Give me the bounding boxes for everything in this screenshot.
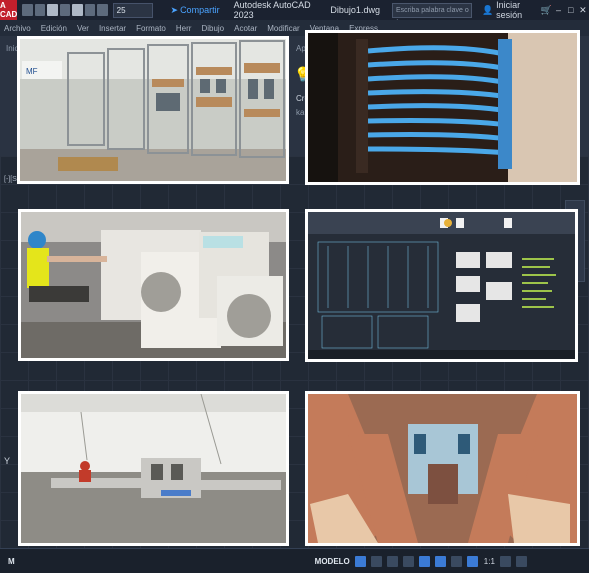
menu-item-formato[interactable]: Formato	[136, 24, 166, 33]
polar-toggle-icon[interactable]	[402, 555, 414, 567]
share-icon: ➤	[170, 4, 179, 15]
menu-item-acotar[interactable]: Acotar	[234, 24, 257, 33]
search-input[interactable]: Escriba palabra clave o frase	[391, 2, 472, 27]
redo-icon[interactable]	[97, 4, 108, 16]
annotation-scale[interactable]: 1:1	[484, 557, 495, 566]
user-icon: 👤	[481, 4, 494, 15]
close-icon[interactable]: ✕	[577, 5, 589, 16]
menu-item-herr[interactable]: Herr	[176, 24, 192, 33]
document-title: Dibujo1.dwg	[330, 5, 380, 15]
menu-item-dibujo[interactable]: Dibujo	[201, 24, 224, 33]
photo-busbar-closeup	[305, 391, 580, 546]
model-tab[interactable]: MODELO	[315, 557, 350, 566]
grid-toggle-icon[interactable]	[354, 555, 366, 567]
cabling-image	[308, 33, 577, 182]
osnap-toggle-icon[interactable]	[418, 555, 430, 567]
print-icon[interactable]	[72, 4, 83, 16]
workspace-gear-icon[interactable]	[499, 555, 511, 567]
share-label: Compartir	[180, 5, 220, 15]
technician-image	[21, 212, 286, 358]
menu-item-modificar[interactable]: Modificar	[267, 24, 299, 33]
save-icon[interactable]	[47, 4, 58, 16]
share-button[interactable]: ➤ Compartir	[171, 5, 220, 16]
menu-item-ver[interactable]: Ver	[77, 24, 89, 33]
ribbon-label-2: ka	[296, 108, 305, 117]
selection-cycling-icon[interactable]	[466, 555, 478, 567]
photo-industrial-workshop	[18, 391, 289, 546]
annotation-icon[interactable]	[450, 555, 462, 567]
photo-blue-cable-wiring	[305, 30, 580, 185]
signin-label: Iniciar sesión	[496, 0, 523, 20]
autocad-logo-icon[interactable]: A CAD	[0, 0, 18, 20]
menu-item-edicion[interactable]: Edición	[41, 24, 67, 33]
cabinets-image: MF	[20, 39, 286, 181]
busbars-image	[308, 394, 577, 543]
ucs-y-label: Y	[4, 456, 11, 466]
ortho-toggle-icon[interactable]	[386, 555, 398, 567]
menu-item-insertar[interactable]: Insertar	[99, 24, 126, 33]
status-bar: M MODELO 1:1	[0, 548, 589, 573]
signin-button[interactable]: 👤 Iniciar sesión	[482, 0, 540, 20]
open-file-icon[interactable]	[34, 4, 46, 16]
schematic-image	[308, 212, 575, 359]
zoom-input[interactable]: 25	[112, 2, 153, 18]
command-line-label[interactable]: M	[8, 557, 15, 566]
maximize-icon[interactable]: □	[565, 5, 577, 15]
photo-electrical-cabinets: MF	[17, 36, 289, 184]
title-bar: A CAD 25 ➤ Compartir Autodesk AutoCAD 20…	[0, 0, 589, 27]
lineweight-toggle-icon[interactable]	[434, 555, 446, 567]
undo-icon[interactable]	[84, 4, 96, 16]
svg-text:MF: MF	[26, 67, 38, 76]
save-as-icon[interactable]	[59, 4, 71, 16]
workshop-image	[21, 394, 286, 543]
cart-icon[interactable]: 🛒	[540, 5, 552, 16]
new-file-icon[interactable]	[22, 4, 33, 16]
menu-item-archivo[interactable]: Archivo	[4, 24, 31, 33]
minimize-icon[interactable]: –	[552, 5, 564, 15]
photo-cad-schematic	[305, 209, 578, 362]
app-title: Autodesk AutoCAD 2023	[233, 0, 311, 20]
customize-icon[interactable]	[515, 555, 527, 567]
photo-technician-hvac	[18, 209, 289, 361]
snap-toggle-icon[interactable]	[370, 555, 382, 567]
